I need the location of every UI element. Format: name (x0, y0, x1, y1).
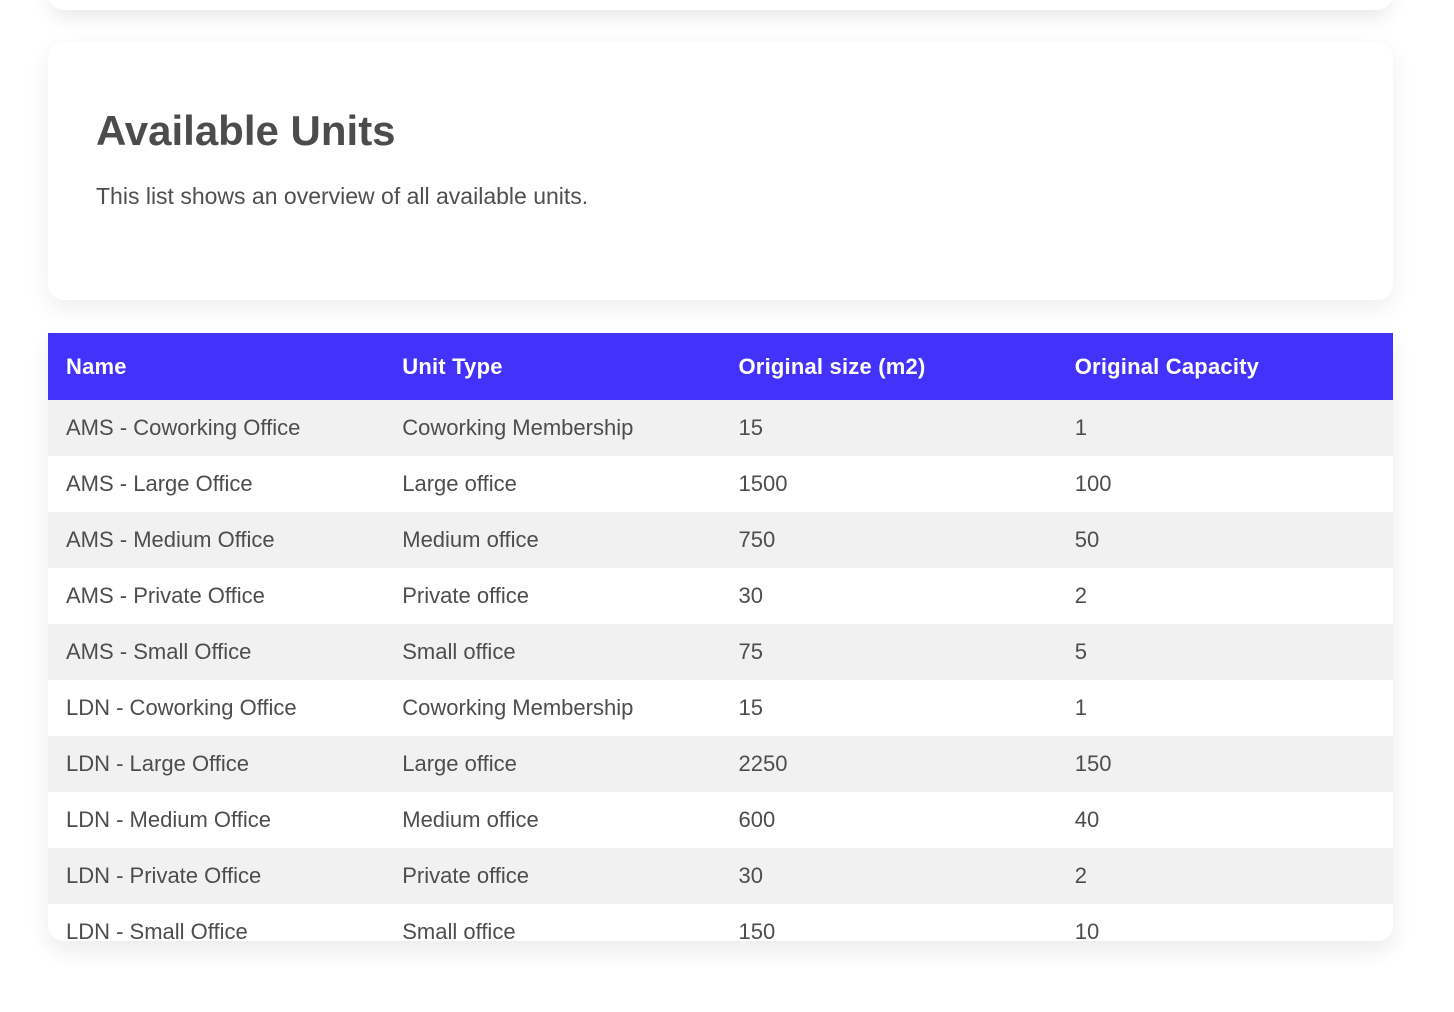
table-cell: 15 (738, 415, 763, 440)
column-header-original-size-m2: Original size (m2) (738, 353, 926, 379)
table-row[interactable]: AMS - Private Office Private office 30 2 (48, 568, 1393, 624)
table-row[interactable]: LDN - Small Office Small office 150 10 (48, 904, 1393, 941)
table-cell: 75 (738, 639, 763, 664)
top-card-partial (48, 0, 1393, 10)
table-row[interactable]: LDN - Medium Office Medium office 600 40 (48, 792, 1393, 848)
table-cell: Medium office (402, 527, 539, 552)
page-title: Available Units (96, 107, 396, 154)
table-cell: AMS - Coworking Office (66, 415, 301, 440)
table-cell: AMS - Small Office (66, 639, 252, 664)
table-row[interactable]: AMS - Medium Office Medium office 750 50 (48, 512, 1393, 568)
table-cell: Small office (402, 919, 516, 941)
column-header-unit-type: Unit Type (402, 353, 503, 379)
column-header-name: Name (66, 353, 127, 379)
table-cell: Coworking Membership (402, 695, 634, 720)
table-cell: 40 (1074, 807, 1100, 832)
table-cell: 50 (1074, 527, 1100, 552)
table-row[interactable]: LDN - Large Office Large office 2250 150 (48, 736, 1393, 792)
table-cell: LDN - Small Office (66, 919, 248, 941)
table-body: AMS - Coworking Office Coworking Membersh… (48, 400, 1393, 941)
units-table: Name Unit Type Original size (m2) Original … (48, 333, 1393, 941)
table-cell: 750 (738, 527, 776, 552)
available-units-card: Available Units This list shows an overv… (48, 42, 1393, 300)
table-header-row: Name Unit Type Original size (m2) Original … (48, 333, 1393, 400)
table-cell: 600 (738, 807, 776, 832)
table-cell: Small office (402, 639, 516, 664)
table-cell: 10 (1074, 919, 1100, 941)
table-cell: 15 (738, 695, 763, 720)
table-cell: 2 (1074, 863, 1087, 888)
table-cell: Medium office (402, 807, 539, 832)
table-cell: Large office (402, 471, 517, 496)
table-row[interactable]: LDN - Private Office Private office 30 2 (48, 848, 1393, 904)
table-row[interactable]: AMS - Coworking Office Coworking Membersh… (48, 400, 1393, 456)
table-row[interactable]: LDN - Coworking Office Coworking Membersh… (48, 680, 1393, 736)
table-cell: LDN - Medium Office (66, 807, 271, 832)
table-cell: LDN - Large Office (66, 751, 250, 776)
table-cell: 150 (738, 919, 776, 941)
table-cell: Large office (402, 751, 517, 776)
page: Available Units This list shows an overv… (0, 0, 1454, 1012)
table-row[interactable]: AMS - Small Office Small office 75 5 (48, 624, 1393, 680)
table-cell: 5 (1074, 639, 1087, 664)
page-subtitle: This list shows an overview of all avail… (96, 183, 589, 210)
table-cell: 2 (1074, 583, 1087, 608)
table-cell: 2250 (738, 751, 788, 776)
table-cell: 1 (1074, 695, 1087, 720)
table-cell: 30 (738, 583, 763, 608)
table-cell: 100 (1074, 471, 1112, 496)
table-cell: 30 (738, 863, 763, 888)
column-header-original-capacity: Original Capacity (1074, 353, 1260, 379)
table-cell: 150 (1074, 751, 1112, 776)
table-cell: AMS - Large Office (66, 471, 253, 496)
table-cell: 1 (1074, 415, 1087, 440)
table-cell: 1500 (738, 471, 788, 496)
table-cell: AMS - Private Office (66, 583, 265, 608)
table-cell: AMS - Medium Office (66, 527, 275, 552)
table-cell: LDN - Coworking Office (66, 695, 297, 720)
table-cell: Private office (402, 583, 530, 608)
table-row[interactable]: AMS - Large Office Large office 1500 100 (48, 456, 1393, 512)
table-cell: Coworking Membership (402, 415, 634, 440)
table-cell: Private office (402, 863, 530, 888)
table-cell: LDN - Private Office (66, 863, 262, 888)
